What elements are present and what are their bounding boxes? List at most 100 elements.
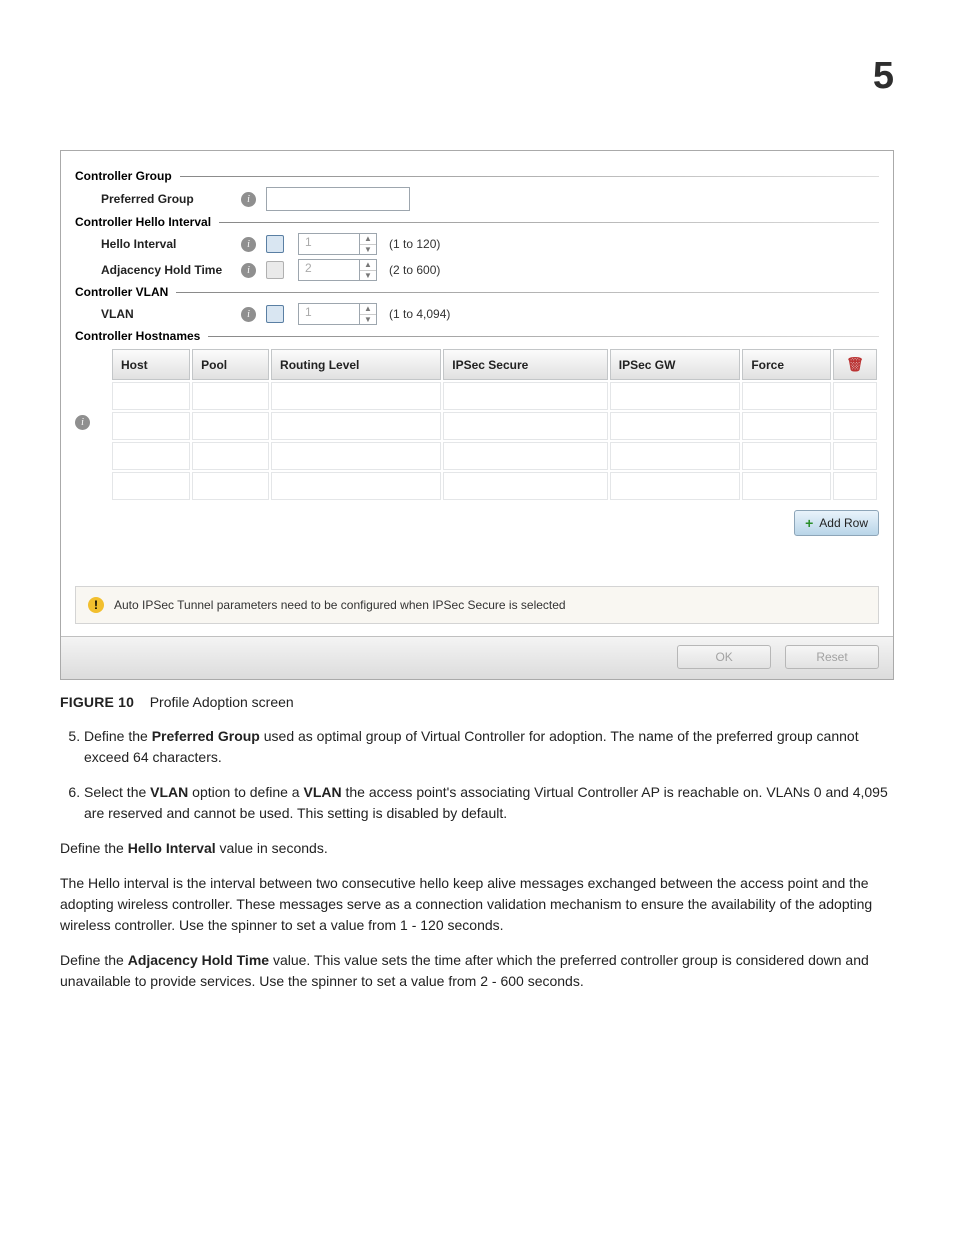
table-cell[interactable]: [192, 382, 269, 410]
table-cell[interactable]: [610, 412, 741, 440]
table-cell[interactable]: [192, 442, 269, 470]
spinner-up-icon[interactable]: ▲: [360, 304, 376, 315]
vlan-spinner[interactable]: 1 ▲▼: [298, 303, 377, 325]
spinner-value[interactable]: 2: [298, 259, 359, 281]
trash-icon[interactable]: 🗑: [833, 349, 877, 380]
spinner-down-icon[interactable]: ▼: [360, 315, 376, 325]
ipsec-notice: ! Auto IPSec Tunnel parameters need to b…: [75, 586, 879, 624]
paragraph-adjacency: Define the Adjacency Hold Time value. Th…: [60, 950, 894, 992]
section-controller-hostnames-header: Controller Hostnames: [75, 329, 879, 343]
info-icon[interactable]: i: [241, 237, 256, 252]
section-title: Controller Group: [75, 169, 172, 183]
ok-button[interactable]: OK: [677, 645, 771, 669]
table-row[interactable]: [112, 412, 877, 440]
bold-text: Hello Interval: [128, 840, 216, 856]
hello-interval-checkbox[interactable]: [266, 235, 284, 253]
table-cell[interactable]: [271, 472, 441, 500]
table-cell[interactable]: [112, 382, 190, 410]
figure-label: FIGURE 10: [60, 694, 134, 710]
step-6: Select the VLAN option to define a VLAN …: [84, 782, 894, 824]
range-hint: (2 to 600): [389, 263, 440, 277]
spinner-up-icon[interactable]: ▲: [360, 260, 376, 271]
table-cell[interactable]: [271, 442, 441, 470]
section-title: Controller VLAN: [75, 285, 168, 299]
bold-text: Preferred Group: [152, 728, 260, 744]
table-cell[interactable]: [833, 442, 877, 470]
warning-icon: !: [88, 597, 104, 613]
info-icon[interactable]: i: [75, 415, 90, 430]
spinner-up-icon[interactable]: ▲: [360, 234, 376, 245]
vlan-checkbox[interactable]: [266, 305, 284, 323]
col-pool[interactable]: Pool: [192, 349, 269, 380]
plus-icon: +: [805, 515, 813, 531]
text: Define the: [60, 952, 128, 968]
range-hint: (1 to 120): [389, 237, 440, 251]
table-cell[interactable]: [192, 412, 269, 440]
table-cell[interactable]: [271, 382, 441, 410]
hello-interval-row: Hello Interval i 1 ▲▼ (1 to 120): [101, 233, 879, 255]
table-cell[interactable]: [833, 412, 877, 440]
notice-text: Auto IPSec Tunnel parameters need to be …: [114, 598, 566, 612]
table-cell[interactable]: [833, 382, 877, 410]
col-ipsec-gw[interactable]: IPSec GW: [610, 349, 741, 380]
info-icon[interactable]: i: [241, 263, 256, 278]
vlan-row: VLAN i 1 ▲▼ (1 to 4,094): [101, 303, 879, 325]
section-hello-interval-header: Controller Hello Interval: [75, 215, 879, 229]
table-cell[interactable]: [112, 442, 190, 470]
table-cell[interactable]: [271, 412, 441, 440]
table-cell[interactable]: [610, 472, 741, 500]
table-cell[interactable]: [610, 442, 741, 470]
table-cell[interactable]: [610, 382, 741, 410]
spinner-down-icon[interactable]: ▼: [360, 245, 376, 255]
profile-adoption-panel: Controller Group Preferred Group i Contr…: [60, 150, 894, 680]
preferred-group-input[interactable]: [266, 187, 410, 211]
section-title: Controller Hello Interval: [75, 215, 211, 229]
bold-text: VLAN: [150, 784, 188, 800]
table-cell[interactable]: [192, 472, 269, 500]
paragraph-hello-interval: Define the Hello Interval value in secon…: [60, 838, 894, 859]
table-row[interactable]: [112, 382, 877, 410]
text: Define the: [84, 728, 152, 744]
col-host[interactable]: Host: [112, 349, 190, 380]
preferred-group-row: Preferred Group i: [101, 187, 879, 211]
table-cell[interactable]: [443, 382, 607, 410]
reset-button[interactable]: Reset: [785, 645, 879, 669]
table-cell[interactable]: [443, 412, 607, 440]
document-page: 5 Controller Group Preferred Group i Con…: [0, 0, 954, 1046]
col-routing-level[interactable]: Routing Level: [271, 349, 441, 380]
text: Select the: [84, 784, 150, 800]
table-cell[interactable]: [112, 472, 190, 500]
spinner-down-icon[interactable]: ▼: [360, 271, 376, 281]
step-5: Define the Preferred Group used as optim…: [84, 726, 894, 768]
info-icon[interactable]: i: [241, 192, 256, 207]
table-cell[interactable]: [443, 472, 607, 500]
table-cell[interactable]: [742, 382, 831, 410]
preferred-group-label: Preferred Group: [101, 192, 241, 206]
col-ipsec-secure[interactable]: IPSec Secure: [443, 349, 607, 380]
adjacency-hold-spinner[interactable]: 2 ▲▼: [298, 259, 377, 281]
add-row-label: Add Row: [819, 516, 868, 530]
table-cell[interactable]: [742, 412, 831, 440]
table-row[interactable]: [112, 472, 877, 500]
adjacency-hold-label: Adjacency Hold Time: [101, 263, 241, 277]
adjacency-hold-checkbox[interactable]: [266, 261, 284, 279]
spinner-value[interactable]: 1: [298, 303, 359, 325]
table-cell[interactable]: [742, 472, 831, 500]
table-cell[interactable]: [112, 412, 190, 440]
panel-footer: OK Reset: [61, 636, 893, 679]
table-cell[interactable]: [443, 442, 607, 470]
info-icon[interactable]: i: [241, 307, 256, 322]
text: option to define a: [188, 784, 303, 800]
col-force[interactable]: Force: [742, 349, 831, 380]
hostnames-table: Host Pool Routing Level IPSec Secure IPS…: [110, 347, 879, 502]
add-row-button[interactable]: + Add Row: [794, 510, 879, 536]
hello-interval-spinner[interactable]: 1 ▲▼: [298, 233, 377, 255]
table-cell[interactable]: [742, 442, 831, 470]
spinner-value[interactable]: 1: [298, 233, 359, 255]
range-hint: (1 to 4,094): [389, 307, 450, 321]
table-cell[interactable]: [833, 472, 877, 500]
table-row[interactable]: [112, 442, 877, 470]
section-title: Controller Hostnames: [75, 329, 200, 343]
vlan-label: VLAN: [101, 307, 241, 321]
instruction-steps: Define the Preferred Group used as optim…: [60, 726, 894, 824]
